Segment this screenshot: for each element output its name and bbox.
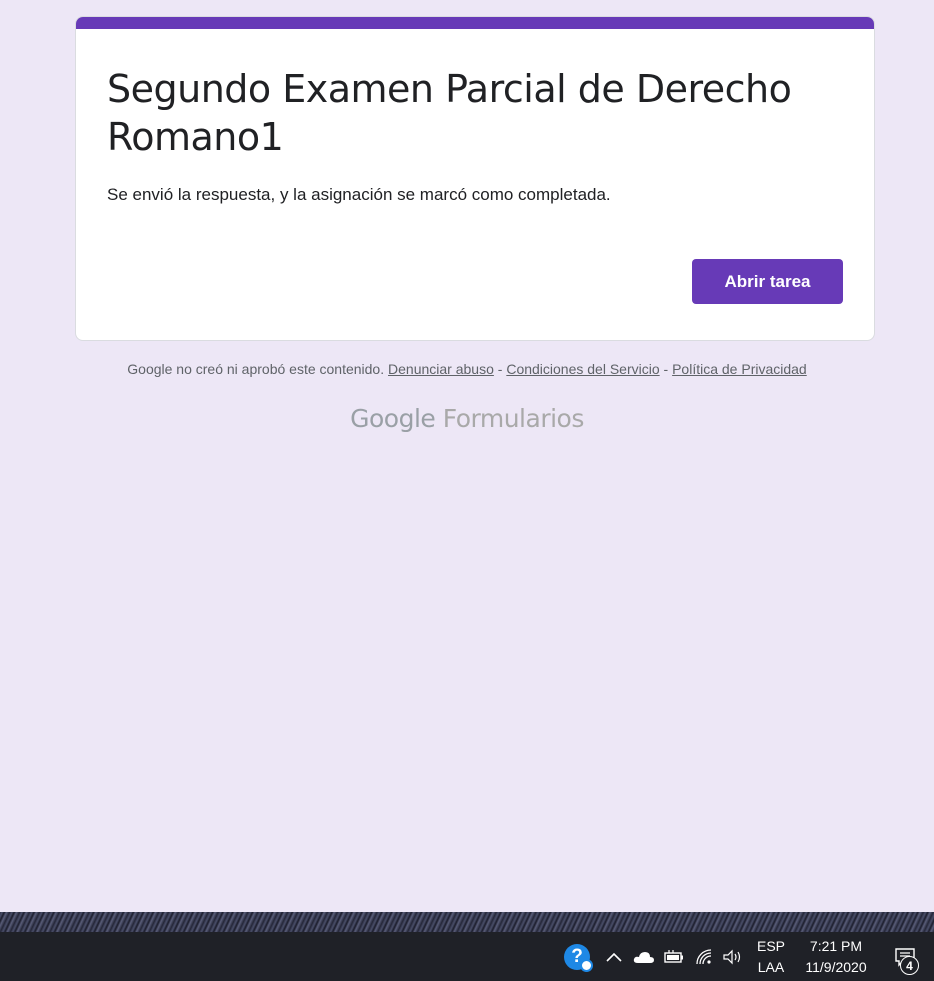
help-question-icon[interactable]: ?: [560, 932, 594, 981]
footer-separator: -: [663, 361, 669, 377]
onedrive-cloud-icon[interactable]: [632, 932, 656, 981]
card-accent-bar: [76, 17, 874, 29]
brand-product: Formularios: [442, 404, 585, 433]
brand-google: Google: [350, 404, 436, 433]
wifi-icon[interactable]: [693, 932, 717, 981]
input-language-indicator[interactable]: ESP LAA: [752, 936, 790, 978]
open-assignment-button[interactable]: Abrir tarea: [692, 259, 843, 304]
report-abuse-link[interactable]: Denunciar abuso: [388, 361, 494, 377]
taskbar: ? ESP LAA 7:21 PM 11/9/2020: [0, 932, 934, 981]
notification-count-badge: 4: [900, 956, 919, 975]
clock-date: 11/9/2020: [805, 959, 867, 975]
disclaimer-text: Google no creó ni aprobó este contenido.: [127, 361, 385, 377]
language-code: ESP: [756, 938, 785, 954]
confirmation-card: Segundo Examen Parcial de Derecho Romano…: [75, 16, 875, 341]
google-forms-logo[interactable]: Google Formularios: [0, 404, 934, 433]
terms-link[interactable]: Condiciones del Servicio: [506, 361, 659, 377]
chevron-up-icon[interactable]: [603, 932, 625, 981]
keyboard-layout: LAA: [757, 959, 785, 975]
system-clock[interactable]: 7:21 PM 11/9/2020: [796, 936, 876, 978]
page-background: Segundo Examen Parcial de Derecho Romano…: [0, 0, 934, 912]
footer-separator: -: [497, 361, 503, 377]
battery-icon[interactable]: [662, 932, 686, 981]
footer-links: Google no creó ni aprobó este contenido.…: [0, 361, 934, 377]
clock-time: 7:21 PM: [809, 938, 863, 954]
form-title: Segundo Examen Parcial de Derecho Romano…: [107, 67, 792, 159]
confirmation-message: Se envió la respuesta, y la asignación s…: [107, 185, 611, 204]
privacy-link[interactable]: Política de Privacidad: [672, 361, 807, 377]
volume-icon[interactable]: [720, 932, 746, 981]
desktop-wallpaper-strip: [0, 912, 934, 932]
